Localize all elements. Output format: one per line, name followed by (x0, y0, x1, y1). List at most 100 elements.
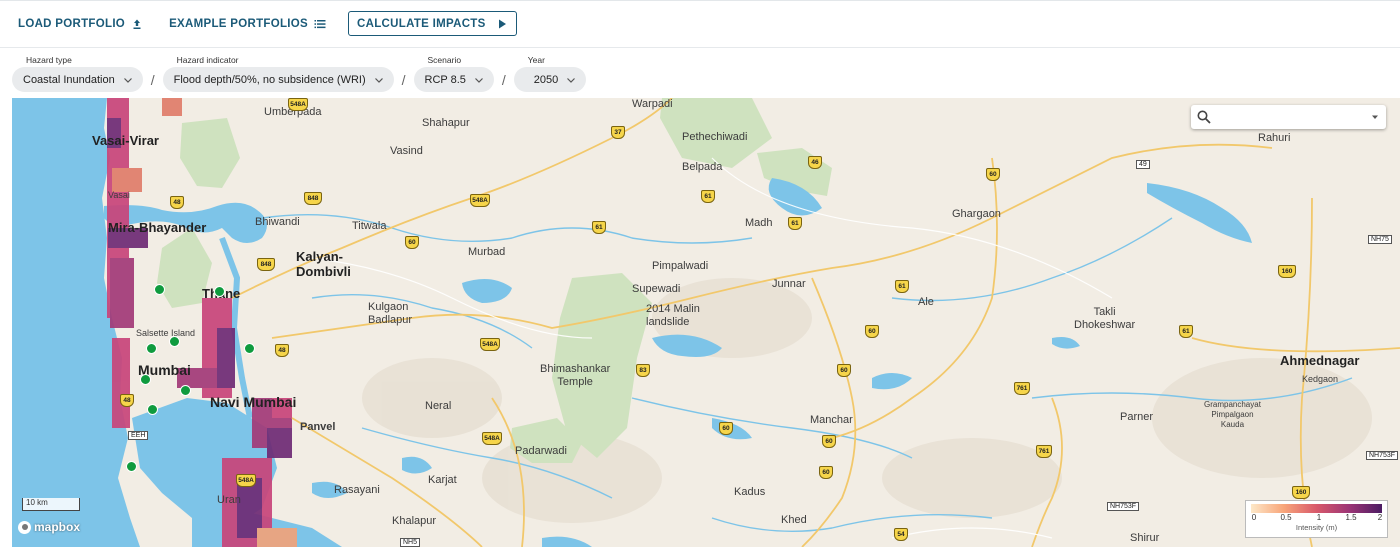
route-shield: 60 (822, 435, 836, 448)
scenario-label: Scenario (427, 55, 462, 65)
map-label-rasayani: Rasayani (334, 484, 380, 496)
caret-down-icon[interactable] (1370, 112, 1380, 122)
map-label-murbad: Murbad (468, 246, 506, 258)
map-label-madh: Madh (745, 217, 773, 229)
map-search-box[interactable] (1191, 105, 1386, 129)
map-label-bhimashankar: Bhimashankar Temple (540, 363, 611, 388)
toolbar: LOAD PORTFOLIO EXAMPLE PORTFOLIOS CALCUL… (0, 0, 1400, 46)
list-icon (314, 19, 326, 28)
map-label-khed: Khed (781, 514, 807, 526)
route-shield: 60 (986, 168, 1000, 181)
map-label-shirur: Shirur (1130, 532, 1160, 544)
filter-separator: / (501, 72, 506, 88)
filter-bar: Hazard type Coastal Inundation / Hazard … (12, 54, 587, 92)
year-group: Year 2050 (513, 55, 587, 92)
map-label-vasai-virar: Vasai-Virar (92, 133, 159, 148)
scenario-group: Scenario RCP 8.5 (413, 55, 494, 92)
asset-marker[interactable] (146, 343, 157, 354)
route-shield: 60 (837, 364, 851, 377)
map-search-input[interactable] (1217, 111, 1370, 123)
map-label-kadus: Kadus (734, 486, 766, 498)
mapbox-logo[interactable]: mapbox (18, 520, 80, 534)
asset-marker[interactable] (154, 284, 165, 295)
route-shield: 548A (288, 98, 308, 111)
upload-icon (133, 19, 141, 29)
route-shield: 761 (1036, 445, 1052, 458)
map-label-grampanchayat: Grampanchayat Pimpalgaon Kauda (1204, 400, 1261, 429)
route-shield: 548A (236, 474, 256, 487)
year-label: Year (527, 55, 545, 65)
route-shield: 848 (304, 192, 322, 205)
map-label-ale: Ale (918, 296, 934, 308)
map-label-supewadi: Supewadi (632, 283, 681, 295)
scale-bar: 10 km (22, 498, 80, 511)
filter-separator: / (401, 72, 406, 88)
calculate-impacts-button[interactable]: CALCULATE IMPACTS (348, 11, 517, 36)
hazard-type-select[interactable]: Coastal Inundation (12, 67, 143, 92)
route-shield: 49 (1136, 160, 1150, 169)
asset-marker[interactable] (244, 343, 255, 354)
asset-marker[interactable] (169, 336, 180, 347)
route-shield: 548A (482, 432, 502, 445)
app-page: LOAD PORTFOLIO EXAMPLE PORTFOLIOS CALCUL… (0, 0, 1400, 547)
nh-label: NH75 (1368, 235, 1392, 244)
route-shield: 848 (257, 258, 275, 271)
asset-marker[interactable] (126, 461, 137, 472)
map-label-karjat: Karjat (428, 474, 457, 486)
map-label-neral: Neral (425, 400, 452, 412)
asset-marker[interactable] (214, 286, 225, 297)
route-shield: 61 (592, 221, 606, 234)
hazard-indicator-select[interactable]: Flood depth/50%, no subsidence (WRI) (162, 67, 394, 92)
asset-marker[interactable] (147, 404, 158, 415)
chevron-down-icon (567, 77, 576, 83)
map-label-manchar: Manchar (810, 414, 853, 426)
hazard-type-group: Hazard type Coastal Inundation (12, 55, 143, 92)
legend-gradient (1251, 504, 1382, 513)
route-shield: 60 (719, 422, 733, 435)
map-label-junnar: Junnar (772, 278, 806, 290)
map-label-malin: 2014 Malin landslide (646, 303, 700, 328)
nh-label: NH753F (1107, 502, 1140, 511)
map-canvas[interactable]: Vasai-Virar Vasai Mira-Bhayander Thane S… (12, 98, 1400, 547)
map-label-titwala: Titwala (352, 220, 387, 232)
map-label-khalapur: Khalapur (392, 515, 437, 527)
route-shield: 761 (1014, 382, 1030, 395)
route-shield: 46 (808, 156, 822, 169)
route-shield: 160 (1292, 486, 1310, 499)
map-label-bhiwandi: Bhiwandi (255, 216, 300, 228)
legend-tick: 1 (1316, 513, 1322, 522)
scenario-value: RCP 8.5 (424, 73, 466, 86)
hazard-indicator-label: Hazard indicator (176, 55, 239, 65)
intensity-legend: 0 0.5 1 1.5 2 Intensity (m) (1245, 500, 1388, 538)
map-label-pimpalwadi: Pimpalwadi (652, 260, 709, 272)
filter-separator: / (150, 72, 155, 88)
map-label-panvel: Panvel (300, 421, 336, 433)
year-select[interactable]: 2050 (513, 67, 587, 92)
nh-label: NH753F (1366, 451, 1399, 460)
mapbox-attribution: mapbox (34, 520, 81, 534)
map-label-parner: Parner (1120, 411, 1154, 423)
year-value: 2050 (533, 73, 559, 86)
hazard-indicator-group: Hazard indicator Flood depth/50%, no sub… (162, 55, 394, 92)
asset-marker[interactable] (140, 374, 151, 385)
route-shield: 61 (701, 190, 715, 203)
map-label-ahmednagar: Ahmednagar (1280, 353, 1360, 368)
hazard-type-label: Hazard type (26, 55, 72, 65)
route-shield: 37 (611, 126, 625, 139)
map-label-takli: Takli Dhokeshwar (1074, 306, 1136, 331)
example-portfolios-button[interactable]: EXAMPLE PORTFOLIOS (163, 11, 332, 37)
legend-tick: 2 (1377, 513, 1383, 522)
legend-tick: 1.5 (1345, 513, 1357, 522)
scenario-select[interactable]: RCP 8.5 (413, 67, 494, 92)
route-shield: 48 (120, 394, 134, 407)
route-shield: 548A (470, 194, 490, 207)
map-label-uran: Uran (217, 494, 241, 506)
chevron-down-icon (474, 77, 483, 83)
route-shield: 60 (865, 325, 879, 338)
map-label-kalyan: Kalyan- Dombivli (296, 249, 351, 279)
map-label-warpadi: Warpadi (632, 98, 673, 110)
asset-marker[interactable] (180, 385, 191, 396)
load-portfolio-button[interactable]: LOAD PORTFOLIO (12, 11, 149, 37)
toolbar-divider (0, 47, 1400, 48)
map-label-vasind: Vasind (390, 145, 423, 157)
